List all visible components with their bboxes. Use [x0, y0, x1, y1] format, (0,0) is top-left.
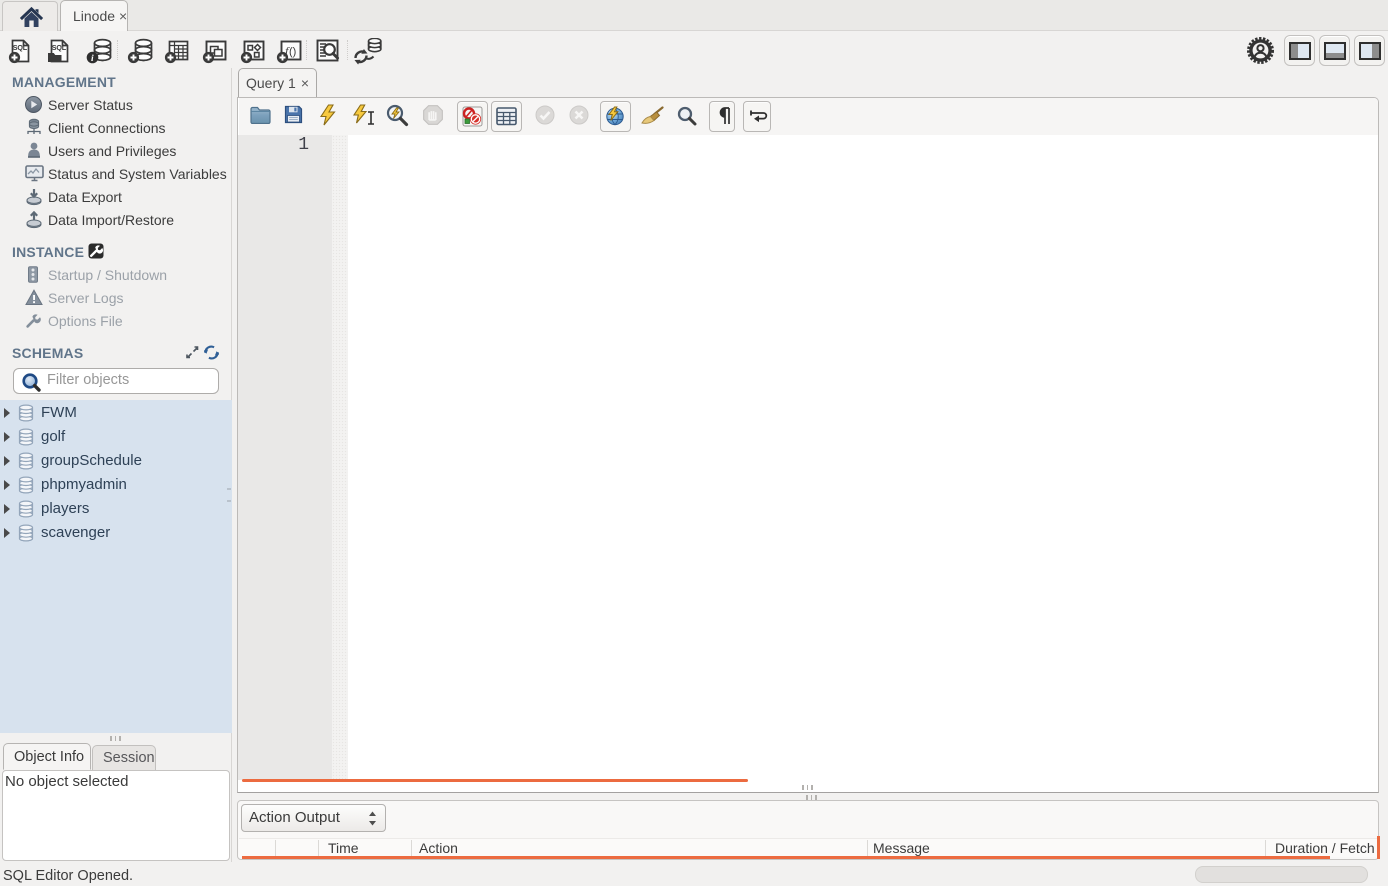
- svg-text:(): (): [289, 46, 296, 58]
- svg-text:i: i: [91, 54, 94, 64]
- svg-text:SQL: SQL: [13, 43, 28, 52]
- svg-text:SQL: SQL: [52, 43, 67, 52]
